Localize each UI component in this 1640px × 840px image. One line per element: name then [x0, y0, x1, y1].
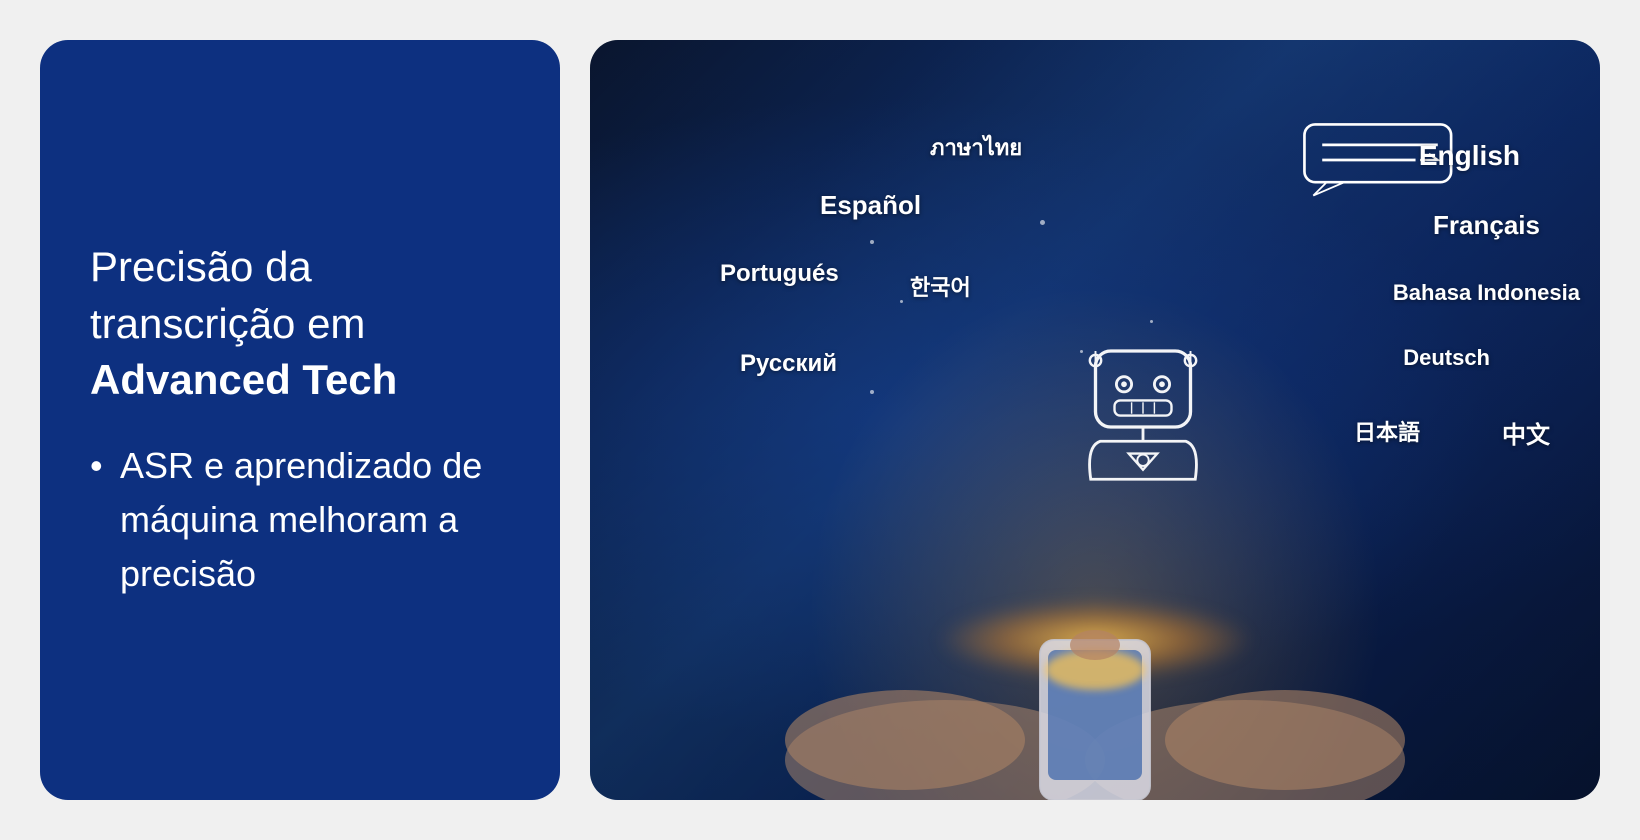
lang-thai: ภาษาไทย: [930, 130, 1022, 165]
particle-1: [870, 240, 874, 244]
lang-espanol: Español: [820, 190, 921, 221]
main-heading: Precisão da transcrição em Advanced Tech: [90, 239, 510, 409]
lang-japanese: 日本語: [1354, 415, 1420, 447]
particle-5: [870, 390, 874, 394]
right-panel: ภาษาไทย Español Portugués 한국어 Русский En…: [590, 40, 1600, 800]
robot-icon: [1063, 323, 1223, 513]
page-container: Precisão da transcrição em Advanced Tech…: [30, 25, 1610, 815]
particle-3: [1040, 220, 1045, 225]
lang-portugues: Portugués: [720, 260, 839, 288]
lang-korean: 한국어: [910, 270, 971, 302]
lang-russian: Русский: [740, 350, 837, 378]
left-panel: Precisão da transcrição em Advanced Tech…: [40, 40, 560, 800]
particle-6: [1150, 320, 1153, 323]
image-background: ภาษาไทย Español Portugués 한국어 Русский En…: [590, 40, 1600, 800]
lang-bahasa: Bahasa Indonesia: [1393, 280, 1580, 306]
particle-2: [900, 300, 903, 303]
lang-chinese: 中文: [1502, 415, 1550, 450]
robot-icon-container: [1063, 323, 1223, 518]
lang-english: English: [1419, 140, 1520, 172]
particle-4: [1080, 350, 1083, 353]
lang-francais: Français: [1433, 210, 1540, 241]
bullet-item-asr: ASR e aprendizado de máquina melhoram a …: [90, 439, 510, 601]
bullet-list: ASR e aprendizado de máquina melhoram a …: [90, 439, 510, 601]
lang-deutsch: Deutsch: [1403, 345, 1490, 371]
